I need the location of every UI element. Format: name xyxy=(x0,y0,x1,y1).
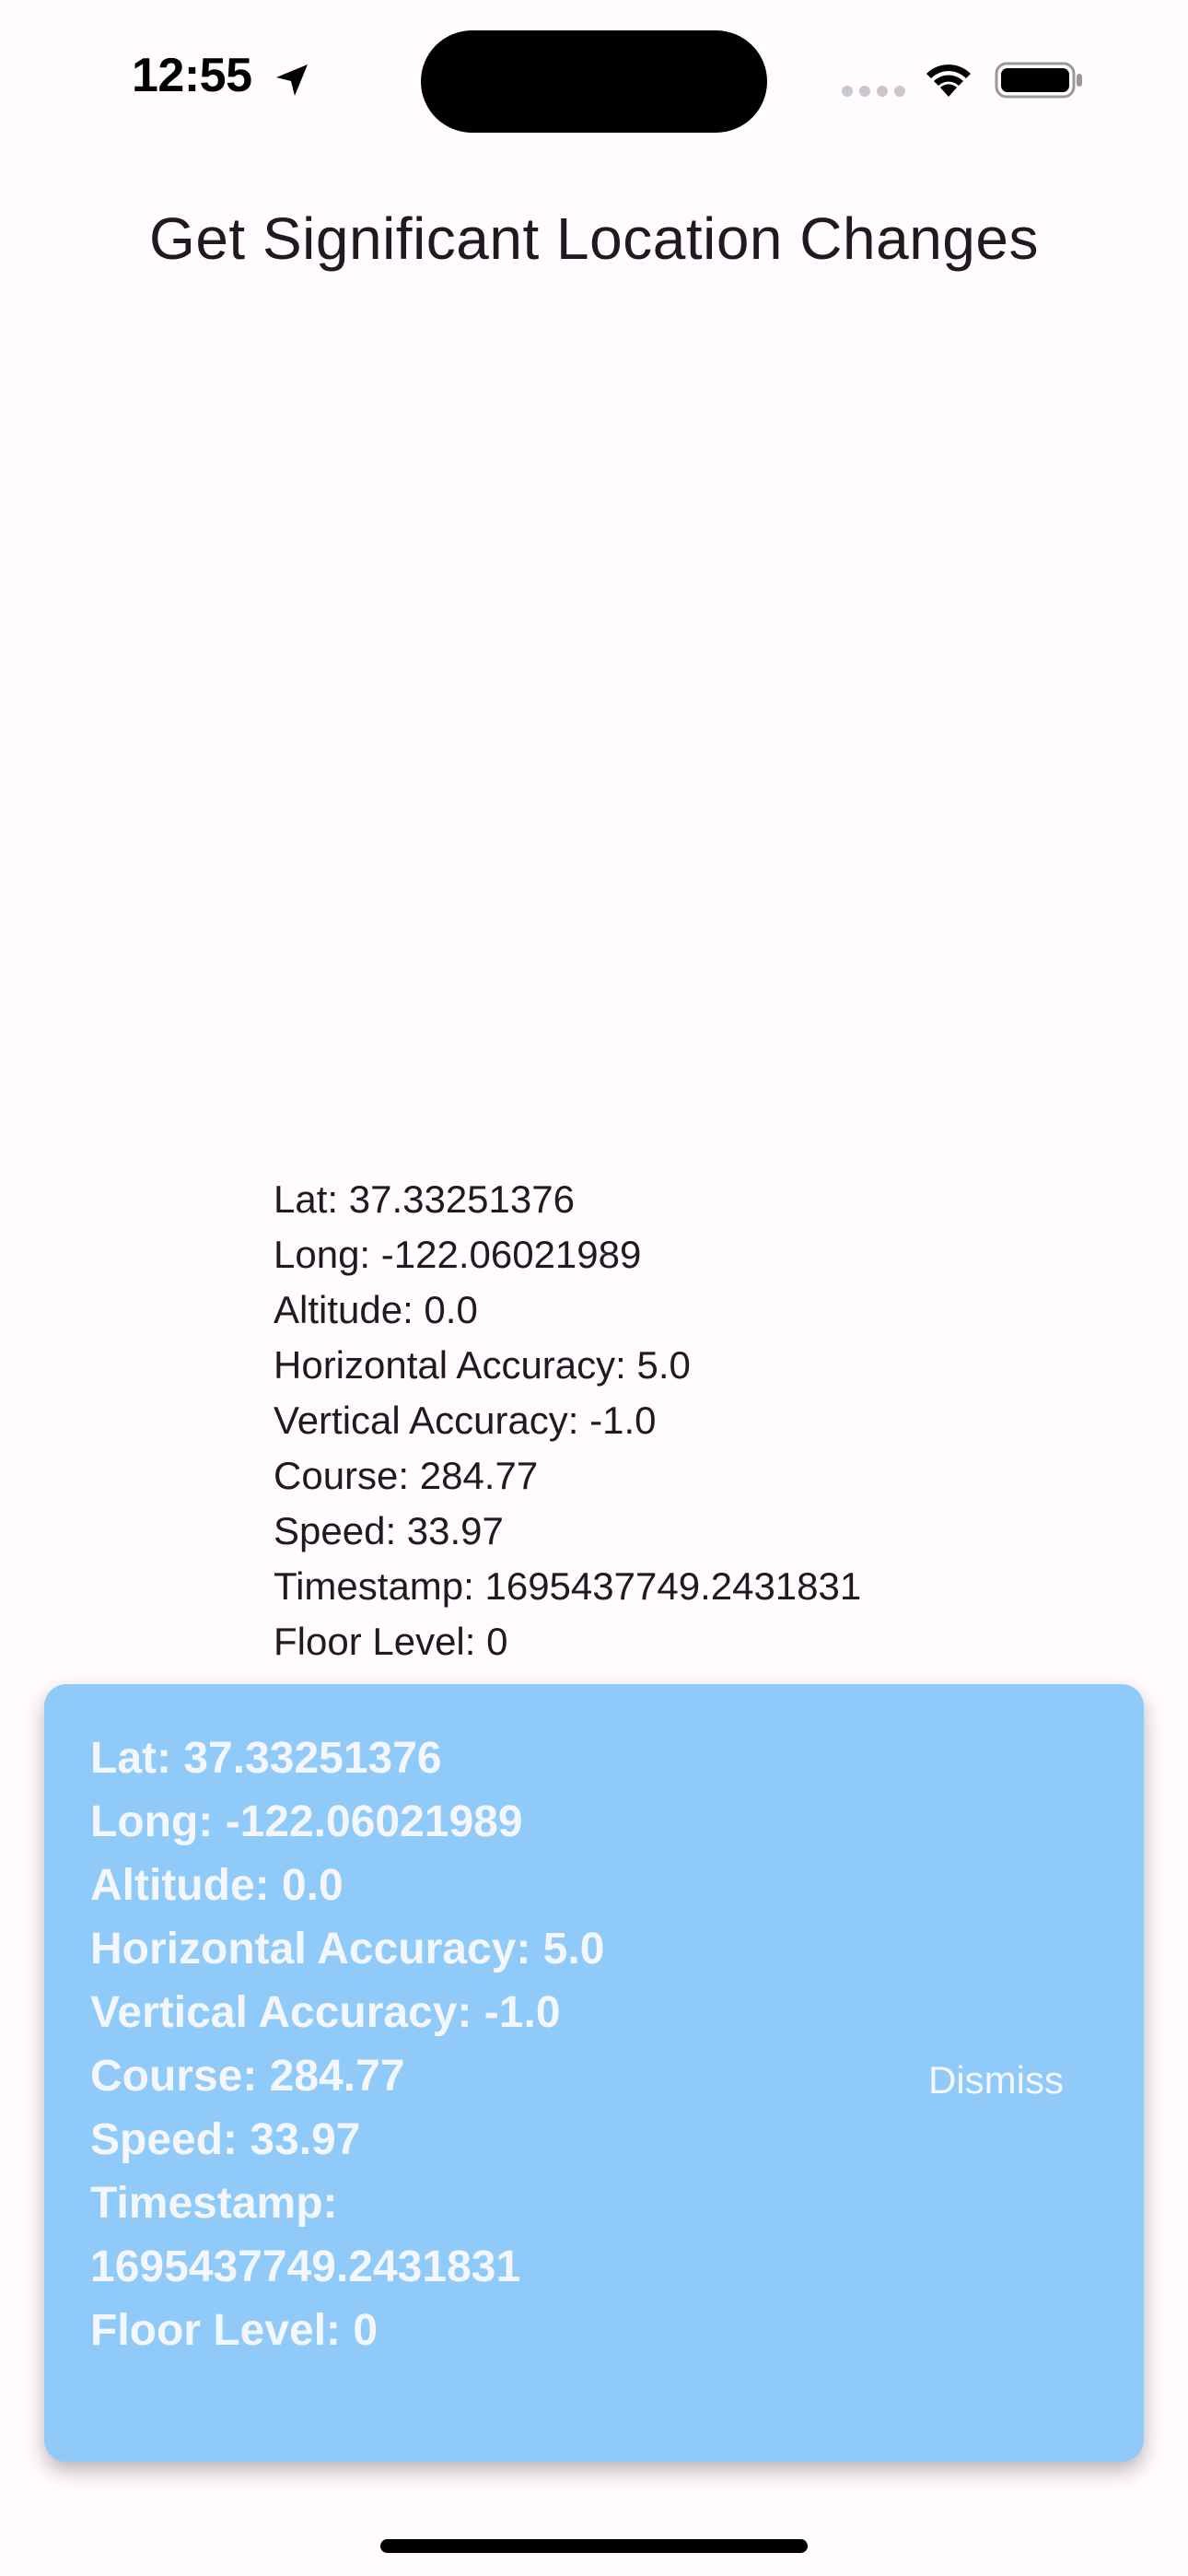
snackbar-line: Timestamp: xyxy=(90,2179,338,2228)
location-snackbar: Lat: 37.33251376 Long: -122.06021989 Alt… xyxy=(44,1684,1144,2462)
wifi-icon xyxy=(926,64,971,97)
location-info-latitude: Lat: 37.33251376 xyxy=(274,1177,575,1221)
location-info-floor-level: Floor Level: 0 xyxy=(274,1620,508,1663)
dynamic-island xyxy=(421,30,767,133)
snackbar-line: Long: -122.06021989 xyxy=(90,1797,523,1846)
snackbar-line: Floor Level: 0 xyxy=(90,2306,379,2355)
location-info-vertical-accuracy: Vertical Accuracy: -1.0 xyxy=(274,1399,657,1442)
snackbar-line: Vertical Accuracy: -1.0 xyxy=(90,1988,561,2037)
location-info-longitude: Long: -122.06021989 xyxy=(274,1233,642,1276)
cellular-signal-icon xyxy=(842,86,905,97)
location-info-horizontal-accuracy: Horizontal Accuracy: 5.0 xyxy=(274,1343,691,1387)
app-screen: 12:55 Get Significant Location Changes L… xyxy=(0,0,1188,2576)
location-info-course: Course: 284.77 xyxy=(274,1454,539,1497)
location-arrow-icon xyxy=(276,64,308,96)
battery-icon xyxy=(995,62,1082,99)
snackbar-message: Lat: 37.33251376 Long: -122.06021989 Alt… xyxy=(90,1727,901,2362)
dismiss-button[interactable]: Dismiss xyxy=(928,2048,1131,2113)
home-indicator[interactable] xyxy=(380,2539,808,2553)
status-bar: 12:55 xyxy=(0,0,1188,157)
snackbar-line: Lat: 37.33251376 xyxy=(90,1734,442,1783)
status-time: 12:55 xyxy=(132,49,252,102)
snackbar-line: Horizontal Accuracy: 5.0 xyxy=(90,1925,605,1973)
location-info-speed: Speed: 33.97 xyxy=(274,1509,504,1552)
location-info-altitude: Altitude: 0.0 xyxy=(274,1288,478,1331)
snackbar-line: Course: 284.77 xyxy=(90,2052,405,2101)
snackbar-line: 1695437749.2431831 xyxy=(90,2242,521,2291)
page-title: Get Significant Location Changes xyxy=(149,205,1039,272)
location-info-timestamp: Timestamp: 1695437749.2431831 xyxy=(274,1564,862,1608)
snackbar-line: Altitude: 0.0 xyxy=(90,1861,344,1910)
snackbar-line: Speed: 33.97 xyxy=(90,2115,361,2164)
location-info-list: Lat: 37.33251376 Long: -122.06021989 Alt… xyxy=(274,1172,1102,1669)
